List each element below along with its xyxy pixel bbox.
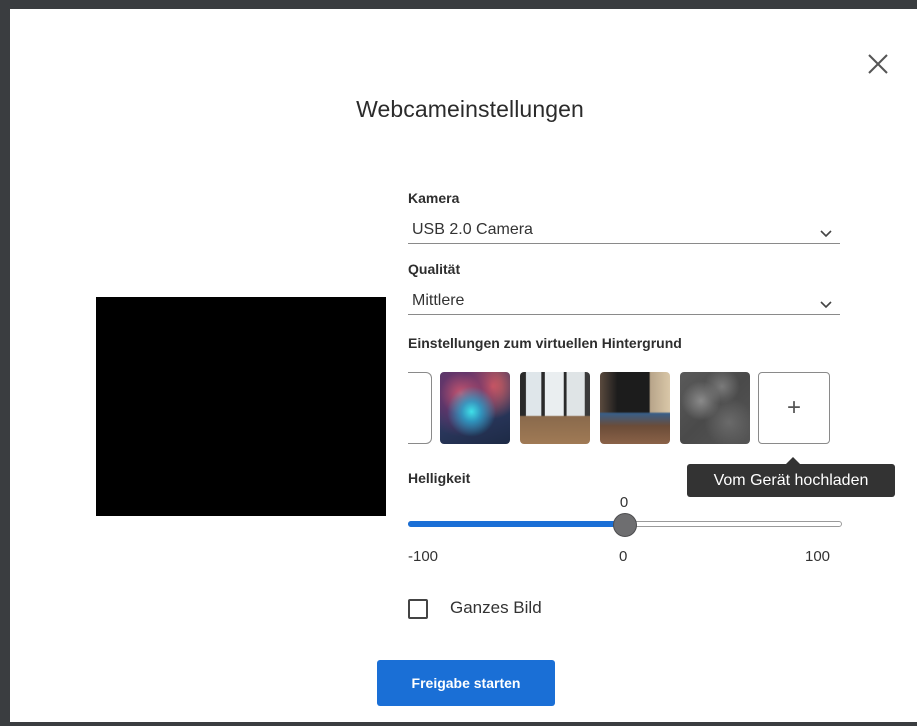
dialog-title: Webcameinstellungen bbox=[356, 96, 584, 122]
background-option-stone[interactable] bbox=[680, 372, 750, 444]
camera-select[interactable]: USB 2.0 Camera bbox=[408, 217, 840, 244]
quality-select-value: Mittlere bbox=[412, 292, 465, 309]
quality-select[interactable]: Mittlere bbox=[408, 288, 840, 315]
close-icon bbox=[868, 54, 888, 74]
brightness-slider[interactable] bbox=[408, 512, 842, 538]
app-window: Webcameinstellungen Kamera USB 2.0 Camer… bbox=[0, 0, 917, 726]
full-image-label: Ganzes Bild bbox=[450, 598, 542, 617]
background-option-aurora[interactable] bbox=[440, 372, 510, 444]
tooltip-arrow bbox=[786, 457, 800, 464]
camera-select-value: USB 2.0 Camera bbox=[412, 221, 533, 238]
background-option-office-room[interactable] bbox=[600, 372, 670, 444]
slider-fill bbox=[408, 521, 625, 527]
background-option-office-windows[interactable] bbox=[520, 372, 590, 444]
start-sharing-button[interactable]: Freigabe starten bbox=[377, 660, 555, 706]
close-button[interactable] bbox=[866, 52, 890, 76]
upload-tooltip: Vom Gerät hochladen bbox=[687, 464, 895, 497]
quality-label: Qualität bbox=[408, 261, 461, 277]
slider-max-label: 100 bbox=[805, 548, 831, 565]
full-image-checkbox[interactable] bbox=[408, 599, 428, 619]
upload-background-button[interactable]: + bbox=[758, 372, 830, 444]
window-border-top bbox=[0, 0, 917, 9]
virtual-background-label: Einstellungen zum virtuellen Hintergrund bbox=[408, 335, 682, 351]
slider-thumb[interactable] bbox=[613, 513, 637, 537]
virtual-background-list: + bbox=[408, 372, 840, 445]
webcam-preview bbox=[96, 297, 386, 516]
brightness-label: Helligkeit bbox=[408, 470, 471, 486]
chevron-down-icon bbox=[820, 225, 832, 243]
chevron-down-icon bbox=[820, 296, 832, 314]
window-border-bottom bbox=[0, 722, 917, 726]
brightness-value: 0 bbox=[619, 494, 629, 511]
slider-min-label: -100 bbox=[408, 548, 439, 565]
background-option-none[interactable] bbox=[408, 372, 432, 444]
camera-label: Kamera bbox=[408, 190, 460, 206]
plus-icon: + bbox=[786, 394, 801, 421]
slider-mid-label: 0 bbox=[619, 548, 628, 565]
